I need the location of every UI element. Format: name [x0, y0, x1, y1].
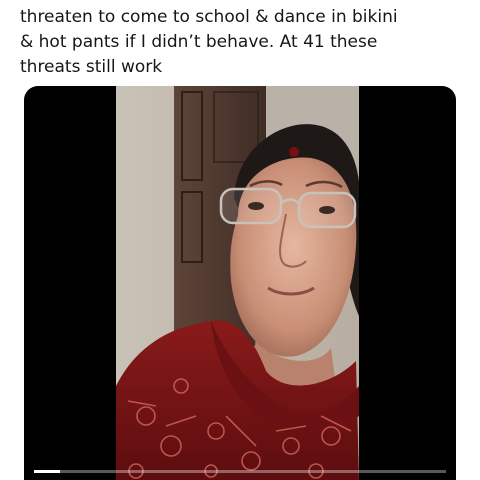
tweet-text: threaten to come to school & dance in bi…: [20, 5, 470, 80]
video-frame[interactable]: [116, 86, 359, 480]
video-player[interactable]: [24, 86, 456, 480]
tweet-text-line-3: threats still work: [20, 57, 163, 77]
video-still-image: [116, 86, 359, 480]
bindi: [289, 147, 299, 157]
tweet-text-line-1: threaten to come to school & dance in bi…: [20, 7, 398, 27]
tweet-text-line-2: & hot pants if I didn’t behave. At 41 th…: [20, 32, 378, 52]
video-progress-bar[interactable]: [34, 470, 446, 473]
video-progress-fill: [34, 470, 60, 473]
